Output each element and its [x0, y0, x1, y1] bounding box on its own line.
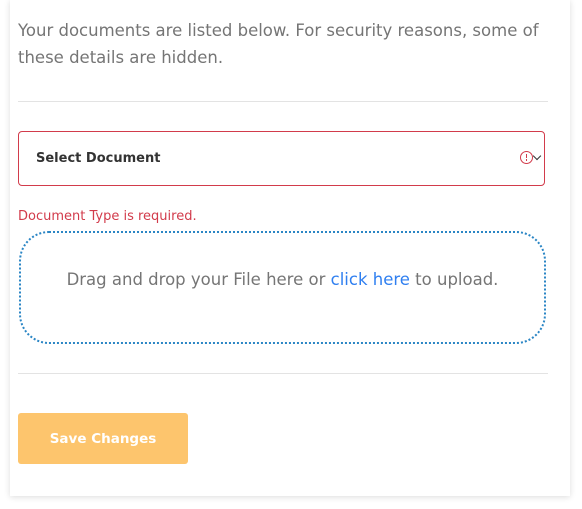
document-type-error: Document Type is required.: [18, 209, 197, 224]
file-dropzone[interactable]: Drag and drop your File here or click he…: [19, 231, 546, 344]
dropzone-prefix: Drag and drop your File here or: [66, 270, 331, 289]
upload-link[interactable]: click here: [331, 270, 410, 289]
divider: [18, 101, 548, 102]
intro-text: Your documents are listed below. For sec…: [18, 21, 539, 67]
chevron-down-icon[interactable]: [532, 151, 542, 161]
dropzone-text: Drag and drop your File here or click he…: [21, 270, 544, 289]
document-upload-card: Your documents are listed below. For sec…: [10, 0, 570, 496]
document-type-select[interactable]: Select Document: [18, 131, 545, 186]
divider: [18, 373, 548, 374]
select-placeholder: Select Document: [36, 151, 161, 166]
dropzone-suffix: to upload.: [409, 270, 499, 289]
error-icon: [520, 151, 533, 164]
save-changes-button[interactable]: Save Changes: [18, 413, 188, 464]
